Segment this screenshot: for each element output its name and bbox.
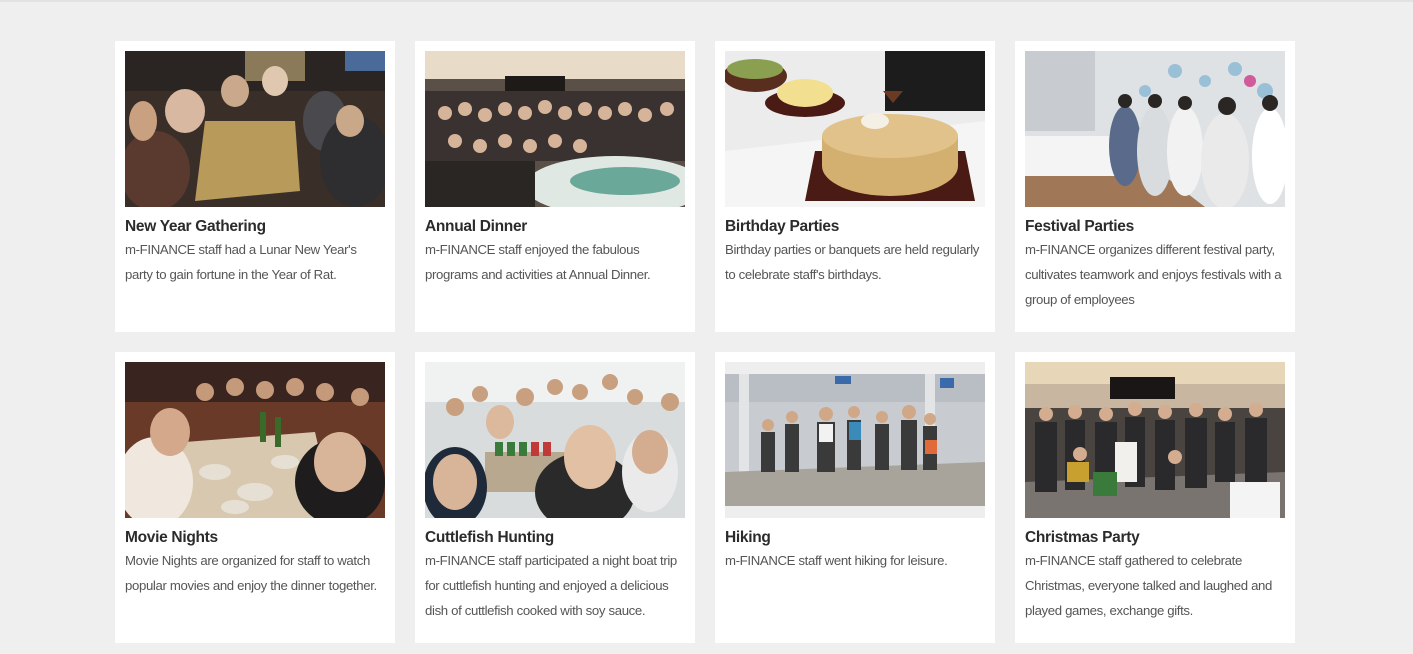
hiking-photo[interactable] xyxy=(725,362,985,518)
card-description: Birthday parties or banquets are held re… xyxy=(725,242,980,282)
card-description: m-FINANCE staff enjoyed the fabulous pro… xyxy=(425,242,651,282)
movie-nights-photo[interactable] xyxy=(125,362,385,518)
card-title: Christmas Party xyxy=(1025,529,1140,546)
cuttlefish-hunting-photo[interactable] xyxy=(425,362,685,518)
card-title: Festival Parties xyxy=(1025,218,1134,235)
activity-card-birthday-parties[interactable]: Birthday Parties Birthday parties or ban… xyxy=(715,41,995,332)
card-title: Annual Dinner xyxy=(425,218,528,235)
activity-card-hiking[interactable]: Hiking m-FINANCE staff went hiking for l… xyxy=(715,352,995,643)
card-title: Cuttlefish Hunting xyxy=(425,529,554,546)
birthday-parties-photo[interactable] xyxy=(725,51,985,207)
activity-card-cuttlefish-hunting[interactable]: Cuttlefish Hunting m-FINANCE staff parti… xyxy=(415,352,695,643)
christmas-party-photo[interactable] xyxy=(1025,362,1285,518)
activity-card-new-year-gathering[interactable]: New Year Gathering m-FINANCE staff had a… xyxy=(115,41,395,332)
festival-parties-photo[interactable] xyxy=(1025,51,1285,207)
card-description: m-FINANCE staff went hiking for leisure. xyxy=(725,553,948,568)
top-divider xyxy=(0,0,1413,2)
activity-card-annual-dinner[interactable]: Annual Dinner m-FINANCE staff enjoyed th… xyxy=(415,41,695,332)
card-description: m-FINANCE staff had a Lunar New Year's p… xyxy=(125,242,357,282)
card-description: m-FINANCE staff gathered to celebrate Ch… xyxy=(1025,553,1273,618)
card-title: Movie Nights xyxy=(125,529,218,546)
new-year-gathering-photo[interactable] xyxy=(125,51,385,207)
card-title: Hiking xyxy=(725,529,771,546)
card-description: m-FINANCE staff participated a night boa… xyxy=(425,553,677,618)
activities-gallery: New Year Gathering m-FINANCE staff had a… xyxy=(115,41,1295,643)
activity-card-movie-nights[interactable]: Movie Nights Movie Nights are organized … xyxy=(115,352,395,643)
card-title: Birthday Parties xyxy=(725,218,840,235)
activity-card-christmas-party[interactable]: Christmas Party m-FINANCE staff gathered… xyxy=(1015,352,1295,643)
card-description: Movie Nights are organized for staff to … xyxy=(125,553,377,593)
annual-dinner-photo[interactable] xyxy=(425,51,685,207)
activity-card-festival-parties[interactable]: Festival Parties m-FINANCE organizes dif… xyxy=(1015,41,1295,332)
card-description: m-FINANCE organizes different festival p… xyxy=(1025,242,1282,307)
card-title: New Year Gathering xyxy=(125,218,266,235)
